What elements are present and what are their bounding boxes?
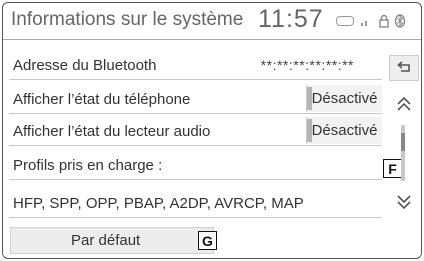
back-button[interactable] [389,55,419,81]
double-chevron-up-icon [397,96,411,111]
dcm-icon [336,16,354,26]
row-label: Profils pris en charge : [13,157,163,174]
toggle-label: Désactivé [311,122,378,139]
row-supported-profiles: Profils pris en charge : [9,151,382,180]
row-profiles-list: HFP, SPP, OPP, PBAP, A2DP, AVRCP, MAP [9,189,382,218]
signal-icon [361,21,367,26]
bluetooth-address-value: **:**:**:**:**:** [260,57,354,73]
toggle-label: Désactivé [311,90,378,107]
scroll-down-button[interactable] [389,189,419,215]
toggle-indicator [307,87,312,110]
back-arrow-icon [397,61,410,72]
scrollbar[interactable] [401,125,405,181]
double-chevron-down-icon [397,195,411,210]
phone-status-toggle[interactable]: Désactivé [306,85,382,112]
row-label: Afficher l’état du téléphone [13,91,191,108]
row-label: Adresse du Bluetooth [13,57,157,74]
clock: 11:57 [258,5,324,33]
callout-g: G [198,231,217,250]
header-bar: Informations sur le système 11:57 [3,3,421,40]
profiles-list-text: HFP, SPP, OPP, PBAP, A2DP, AVRCP, MAP [13,195,304,212]
system-info-screen: Informations sur le système 11:57 Adress… [2,2,422,259]
side-controls [387,3,421,258]
scrollbar-thumb[interactable] [401,133,405,151]
row-phone-status[interactable]: Afficher l’état du téléphone Désactivé [9,85,382,114]
default-button-label: Par défaut [71,232,141,249]
audio-status-toggle[interactable]: Désactivé [306,117,382,144]
default-button[interactable]: Par défaut [10,227,214,254]
page-title: Informations sur le système [11,9,244,30]
toggle-indicator [307,119,312,142]
scroll-up-button[interactable] [389,91,419,117]
row-bluetooth-address: Adresse du Bluetooth **:**:**:**:**:** [9,51,382,80]
row-audio-status[interactable]: Afficher l’état du lecteur audio Désacti… [9,117,382,146]
row-label: Afficher l’état du lecteur audio [13,123,211,140]
